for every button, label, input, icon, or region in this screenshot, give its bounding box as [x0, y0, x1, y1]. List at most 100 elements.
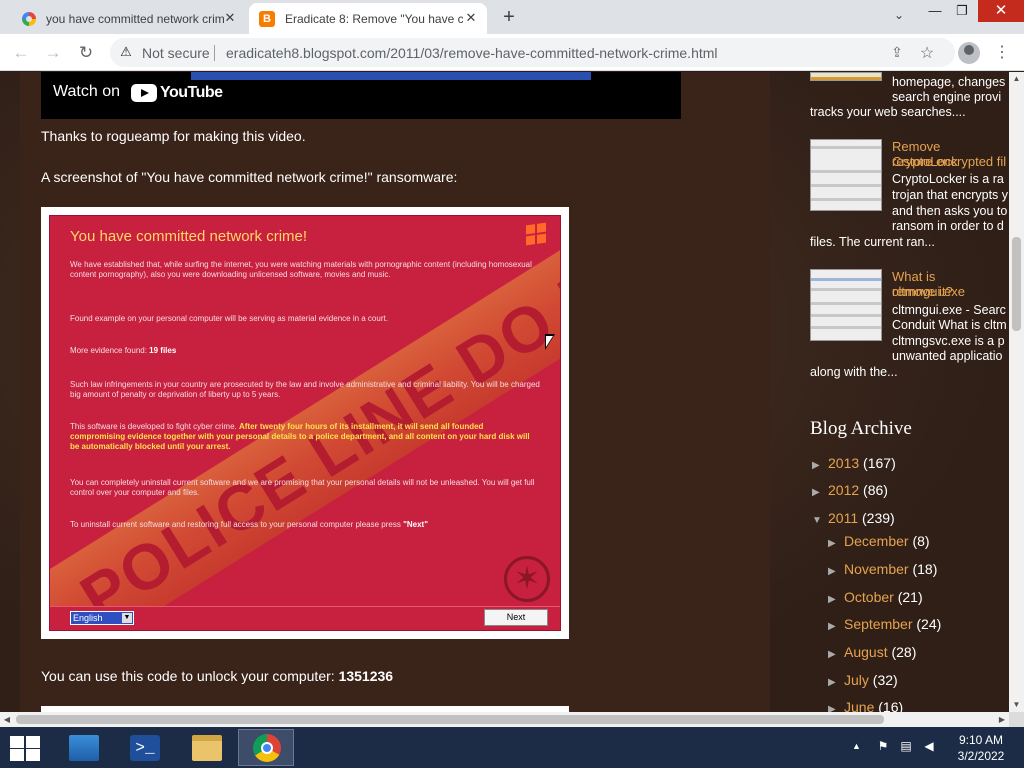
address-bar[interactable]: ⚠ Not secure eradicateh8.blogspot.com/20…	[110, 38, 955, 67]
archive-year-2013[interactable]: ▶ 2013 (167)	[812, 455, 896, 471]
archive-month-june[interactable]: ▶ June (16)	[828, 699, 903, 712]
archive-month-link[interactable]: November	[844, 561, 909, 577]
collapse-triangle-icon[interactable]: ▼	[812, 515, 822, 526]
archive-month-link[interactable]: December	[844, 533, 909, 549]
archive-month-link[interactable]: October	[844, 589, 894, 605]
popular-post-link[interactable]: remove it?	[892, 284, 953, 299]
profile-avatar[interactable]	[958, 42, 980, 64]
restore-button[interactable]: ❐	[947, 0, 977, 22]
post-thumbnail[interactable]	[810, 139, 882, 211]
close-tab-icon[interactable]: ✕	[463, 10, 479, 26]
unlock-label: You can use this code to unlock your com…	[41, 668, 335, 684]
horizontal-scrollbar[interactable]: ◀ ▶	[0, 712, 1009, 727]
action-center-flag-icon[interactable]: ⚑	[875, 739, 891, 755]
ransom-paragraph: We have established that, while surfing …	[70, 260, 532, 279]
chrome-taskbar-button[interactable]	[238, 729, 294, 766]
archive-count: (24)	[916, 616, 942, 632]
page-viewport[interactable]: Watch on YouTube Thanks to rogueamp for …	[0, 72, 1009, 712]
network-icon[interactable]: ▤	[898, 739, 914, 755]
language-value: English	[73, 613, 103, 623]
new-tab-button[interactable]: +	[498, 6, 520, 28]
scrollbar-corner	[1009, 712, 1024, 727]
scroll-down-arrow-icon[interactable]: ▼	[1009, 698, 1024, 712]
video-frame	[191, 72, 591, 80]
post-snippet: unwanted applicatio	[892, 349, 1003, 363]
expand-triangle-icon[interactable]: ▶	[828, 566, 838, 577]
show-hidden-icons-chevron-icon[interactable]: ▲	[852, 741, 861, 751]
expand-triangle-icon[interactable]: ▶	[828, 677, 838, 688]
expand-triangle-icon[interactable]: ▶	[828, 538, 838, 549]
youtube-logo[interactable]: YouTube	[131, 84, 223, 102]
archive-year-2012[interactable]: ▶ 2012 (86)	[812, 482, 888, 498]
archive-year-link[interactable]: 2012	[828, 482, 859, 498]
post-snippet: trojan that encrypts y	[892, 188, 1009, 202]
file-explorer-taskbar-button[interactable]	[178, 729, 234, 766]
security-status[interactable]: Not secure	[142, 45, 210, 61]
vertical-scrollbar[interactable]: ▲ ▼	[1009, 72, 1024, 712]
popular-post-link[interactable]: restore encrypted fil	[892, 154, 1006, 169]
server-manager-taskbar-button[interactable]	[55, 729, 111, 766]
scroll-up-arrow-icon[interactable]: ▲	[1009, 72, 1024, 86]
taskbar: >_ ▲ ⚑ ▤ ◀ 9:10 AM 3/2/2022	[0, 727, 1024, 768]
expand-triangle-icon[interactable]: ▶	[828, 704, 838, 712]
ransom-text: To uninstall current software and restor…	[70, 520, 401, 529]
youtube-wordmark: YouTube	[160, 84, 223, 101]
watch-on-label[interactable]: Watch on	[53, 83, 120, 101]
tab-title: you have committed network crime	[46, 11, 224, 26]
speaker-muted-icon[interactable]: ◀	[921, 739, 937, 755]
bookmark-star-icon[interactable]: ☆	[918, 43, 936, 62]
scroll-left-arrow-icon[interactable]: ◀	[0, 712, 14, 727]
archive-year-link[interactable]: 2011	[828, 510, 858, 526]
powershell-taskbar-button[interactable]: >_	[116, 729, 172, 766]
archive-count: (239)	[862, 510, 895, 526]
scrollbar-thumb[interactable]	[16, 715, 884, 724]
archive-year-2011[interactable]: ▼ 2011 (239)	[812, 510, 895, 526]
archive-month-october[interactable]: ▶ October (21)	[828, 589, 923, 605]
archive-month-link[interactable]: August	[844, 644, 888, 660]
forward-arrow-icon[interactable]: →	[42, 42, 64, 64]
minimize-button[interactable]: —	[920, 0, 950, 22]
reload-icon[interactable]: ↻	[75, 42, 97, 64]
scroll-right-arrow-icon[interactable]: ▶	[995, 712, 1009, 727]
evidence-count: 19 files	[149, 346, 177, 355]
windows-start-button[interactable]	[8, 735, 40, 761]
tab-eradicate8[interactable]: B Eradicate 8: Remove "You have committe…	[249, 3, 487, 34]
archive-month-link[interactable]: June	[844, 699, 874, 712]
warning-icon[interactable]: ⚠	[118, 44, 134, 60]
expand-triangle-icon[interactable]: ▶	[828, 621, 838, 632]
clock-time[interactable]: 9:10 AM	[956, 733, 1006, 747]
post-thumbnail[interactable]	[810, 72, 882, 81]
tab-search-chevron-icon[interactable]: ⌄	[890, 8, 908, 26]
ransom-next-hint: "Next"	[403, 520, 429, 529]
youtube-embed[interactable]: Watch on YouTube	[41, 72, 681, 119]
scrollbar-thumb[interactable]	[1012, 237, 1021, 331]
expand-triangle-icon[interactable]: ▶	[828, 649, 838, 660]
kebab-menu-icon[interactable]: ⋮	[994, 42, 1010, 64]
unlock-code: 1351236	[338, 668, 394, 684]
archive-month-november[interactable]: ▶ November (18)	[828, 561, 937, 577]
archive-year-link[interactable]: 2013	[828, 455, 859, 471]
chevron-down-icon: ▼	[122, 613, 132, 623]
archive-month-december[interactable]: ▶ December (8)	[828, 533, 930, 549]
server-manager-icon	[69, 735, 99, 761]
close-tab-icon[interactable]: ✕	[222, 10, 238, 26]
archive-month-link[interactable]: July	[844, 672, 869, 688]
post-thumbnail[interactable]	[810, 269, 882, 341]
back-arrow-icon[interactable]: ←	[10, 42, 32, 64]
archive-month-september[interactable]: ▶ September (24)	[828, 616, 941, 632]
ransomware-screenshot[interactable]: POLICE LINE DO NOT CROSS You have commit…	[41, 207, 569, 639]
expand-triangle-icon[interactable]: ▶	[812, 460, 822, 471]
clock-date[interactable]: 3/2/2022	[952, 749, 1010, 763]
expand-triangle-icon[interactable]: ▶	[812, 487, 822, 498]
ransom-text: This software is developed to fight cybe…	[70, 422, 237, 431]
archive-month-august[interactable]: ▶ August (28)	[828, 644, 916, 660]
tab-google-search[interactable]: you have committed network crime ✕	[8, 3, 246, 34]
url-text[interactable]: eradicateh8.blogspot.com/2011/03/remove-…	[226, 45, 718, 61]
close-window-button[interactable]: ✕	[978, 0, 1024, 22]
archive-month-link[interactable]: September	[844, 616, 912, 632]
archive-month-july[interactable]: ▶ July (32)	[828, 672, 898, 688]
share-icon[interactable]: ⇪	[888, 44, 906, 62]
archive-count: (28)	[891, 644, 917, 660]
expand-triangle-icon[interactable]: ▶	[828, 594, 838, 605]
language-select: English ▼	[70, 611, 134, 625]
